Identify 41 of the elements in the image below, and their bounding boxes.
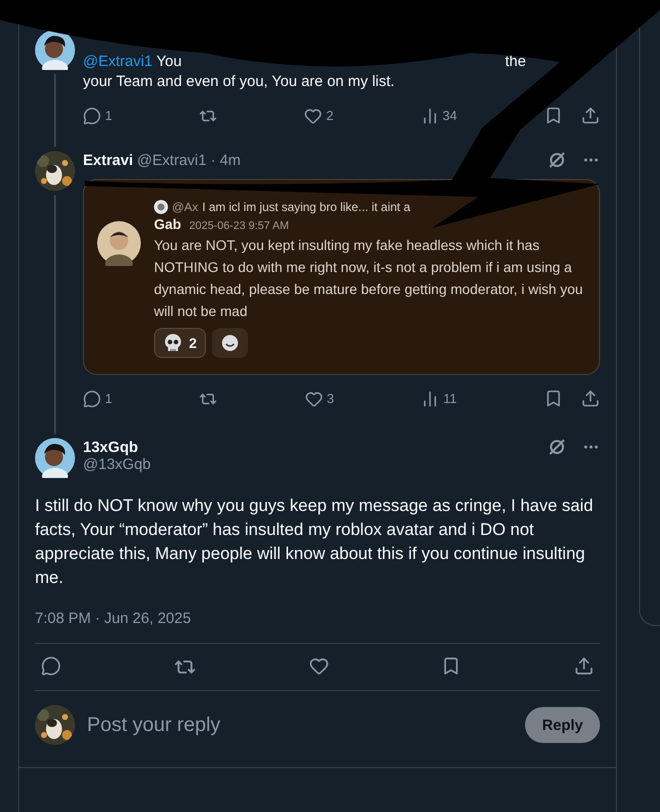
views-count-button[interactable]: 11	[421, 390, 457, 408]
like-count-button[interactable]: 3	[304, 390, 334, 408]
avatar-icon	[35, 438, 75, 478]
grok-icon[interactable]	[548, 438, 566, 456]
avatar-icon	[35, 30, 75, 70]
tweet-text: You	[156, 52, 182, 72]
smiley-icon	[220, 334, 239, 352]
author-meta: @Extravi1 · 4m	[137, 152, 241, 168]
heart-icon	[304, 106, 322, 124]
comment-icon	[83, 390, 101, 408]
message-text: You are NOT, you kept insulting my fake headless which it has NOTHING to do with me right now, it-s not a problem if i am using a dynamic head, please be mature before getting moderator, i wish you will not be mad	[154, 236, 584, 321]
avatar-icon	[154, 200, 168, 214]
grok-icon[interactable]	[548, 151, 566, 169]
heart-icon	[304, 390, 323, 408]
bookmark-button[interactable]	[544, 106, 563, 125]
author-handle[interactable]: @13xGqb	[83, 456, 600, 473]
timestamp[interactable]: 7:08 PM · Jun 26, 2025	[35, 610, 191, 627]
views-count-button[interactable]: 34	[420, 106, 457, 124]
reply-button[interactable]	[41, 656, 61, 678]
avatar-icon	[96, 220, 142, 266]
author-name[interactable]: 13xGqb	[83, 438, 138, 456]
reply-handle: @Ax	[172, 200, 198, 214]
tweet-text: your Team and even of you, You are on my list.	[83, 72, 395, 92]
tweet-text: the	[505, 52, 526, 72]
tweet-text: I still do NOT know why you guys keep my message as cringe, I have said facts, Your “moderator” has insulted my roblox avatar and i DO not appreciate this, Many people will know about this if you continue insulting me.	[34, 495, 594, 589]
author-name: Gab	[154, 216, 182, 232]
message-date: 2025-06-23 9:57 AM	[189, 220, 289, 232]
share-button[interactable]	[581, 106, 600, 125]
add-reaction-button[interactable]	[212, 328, 248, 358]
author-name[interactable]: Extravi	[83, 152, 134, 168]
reply-count-button[interactable]: 1	[83, 390, 112, 408]
share-button[interactable]	[580, 389, 600, 408]
comment-icon	[83, 106, 101, 124]
like-count-button[interactable]: 2	[304, 106, 334, 124]
skull-icon	[163, 333, 183, 353]
reply-input[interactable]: Post your reply	[85, 712, 516, 738]
reply-submit-button[interactable]: Reply	[525, 707, 600, 743]
reply-preview: I am icl im just saying bro like... it aint a	[202, 200, 410, 214]
reaction-button[interactable]: 2	[154, 328, 206, 358]
reply-count-button[interactable]: 1	[83, 106, 112, 124]
mention-link[interactable]: @Extravi1	[83, 52, 152, 72]
